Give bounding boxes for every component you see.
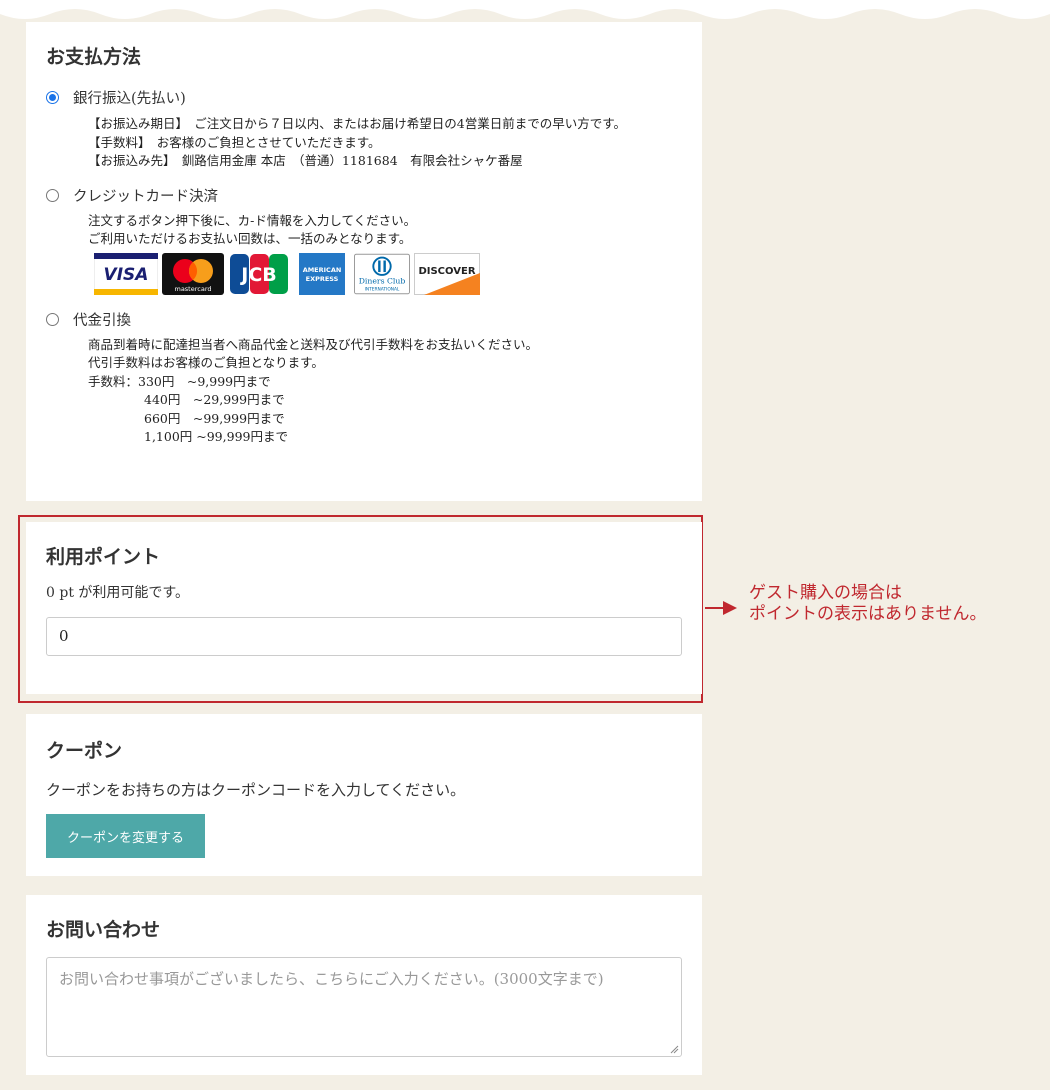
cod-fee-1: 330円 ~9,999円まで: [138, 373, 271, 389]
inquiry-title: お問い合わせ: [46, 919, 161, 941]
points-input[interactable]: 0: [46, 617, 682, 656]
annotation-line-2: ポイントの表示はありません。: [749, 604, 987, 624]
coupon-title: クーポン: [46, 740, 123, 762]
cod-fee-2: 440円 ~29,999円まで: [144, 392, 285, 407]
card-instruction-text: 注文するボタン押下後に、カ-ド情報を入力してください。: [88, 212, 417, 228]
diners-club-logo: Diners Club INTERNATIONAL: [354, 253, 410, 295]
points-section: 利用ポイント 0 pt が利用可能です。 0: [26, 522, 702, 694]
coupon-section: クーポン クーポンをお持ちの方はクーポンコードを入力してください。 クーポンを変…: [26, 714, 702, 876]
cod-fee-label: 手数料：: [88, 373, 139, 389]
cod-fee-3: 660円 ~99,999円まで: [144, 410, 285, 426]
scalloped-top-border: [0, 0, 1050, 19]
svg-text:EXPRESS: EXPRESS: [306, 275, 339, 283]
inquiry-placeholder: お問い合わせ事項がございましたら、こちらにご入力ください。(3000文字まで): [59, 970, 604, 988]
payment-method-title: お支払方法: [46, 46, 142, 68]
bank-fee-text: 【手数料】 お客様のご負担とさせていただきます。: [88, 134, 381, 150]
cash-on-delivery-details: 商品到着時に配達担当者へ商品代金と送料及び代引手数料をお支払いください。 代引手…: [88, 336, 682, 447]
svg-text:Diners Club: Diners Club: [359, 276, 406, 285]
checkout-page: お支払方法 銀行振込(先払い) 【お振込み期日】 ご注文日から７日以内、またはお…: [0, 0, 1050, 1090]
annotation-line-1: ゲスト購入の場合は: [749, 583, 902, 603]
svg-text:DISCOVER: DISCOVER: [418, 266, 475, 277]
points-available-text: 0 pt が利用可能です。: [46, 585, 189, 601]
coupon-description: クーポンをお持ちの方はクーポンコードを入力してください。: [46, 781, 466, 799]
card-installment-text: ご利用いただけるお支払い回数は、一括のみとなります。: [88, 231, 412, 246]
cod-fee-4: 1,100円 ~99,999円まで: [144, 429, 288, 444]
bank-deadline-text: 【お振込み期日】 ご注文日から７日以内、またはお届け希望日の4営業日前までの早い…: [88, 116, 626, 131]
payment-option-credit-card[interactable]: クレジットカード決済 注文するボタン押下後に、カ-ド情報を入力してください。 ご…: [46, 185, 682, 295]
resize-grip-icon[interactable]: [670, 1045, 679, 1054]
discover-logo: DISCOVER: [414, 252, 480, 295]
cod-fee-row: 手数料：330円 ~9,999円まで: [88, 373, 682, 392]
credit-card-radio[interactable]: [46, 188, 59, 202]
credit-card-details: 注文するボタン押下後に、カ-ド情報を入力してください。 ご利用いただけるお支払い…: [88, 212, 682, 295]
change-coupon-button[interactable]: クーポンを変更する: [46, 814, 205, 858]
svg-text:AMERICAN: AMERICAN: [303, 266, 342, 274]
payment-option-bank-transfer[interactable]: 銀行振込(先払い) 【お振込み期日】 ご注文日から７日以内、またはお届け希望日の…: [46, 87, 682, 171]
bank-account-text: 【お振込み先】 釧路信用金庫 本店 （普通）1181684 有限会社シャケ番屋: [88, 153, 523, 168]
mastercard-logo: mastercard: [162, 252, 224, 295]
inquiry-section: お問い合わせ お問い合わせ事項がございましたら、こちらにご入力ください。(300…: [26, 895, 702, 1075]
inquiry-textarea[interactable]: お問い合わせ事項がございましたら、こちらにご入力ください。(3000文字まで): [46, 957, 682, 1057]
payment-option-cash-on-delivery[interactable]: 代金引換 商品到着時に配達担当者へ商品代金と送料及び代引手数料をお支払いください…: [46, 309, 682, 447]
svg-text:mastercard: mastercard: [174, 285, 211, 293]
bank-transfer-details: 【お振込み期日】 ご注文日から７日以内、またはお届け希望日の4営業日前までの早い…: [88, 115, 682, 171]
guest-points-annotation: ゲスト購入の場合は ポイントの表示はありません。: [749, 583, 987, 625]
cod-fee-burden-text: 代引手数料はお客様のご負担となります。: [88, 355, 324, 370]
svg-text:VISA: VISA: [104, 265, 149, 285]
bank-transfer-radio[interactable]: [46, 91, 59, 104]
svg-text:JCB: JCB: [239, 264, 277, 286]
cod-instruction-text: 商品到着時に配達担当者へ商品代金と送料及び代引手数料をお支払いください。: [88, 336, 539, 352]
cash-on-delivery-label: 代金引換: [73, 312, 131, 329]
jcb-logo: JCB: [228, 252, 290, 295]
bank-transfer-label: 銀行振込(先払い): [73, 91, 186, 107]
credit-card-label: クレジットカード決済: [73, 188, 218, 205]
visa-logo: VISA: [94, 252, 158, 295]
cash-on-delivery-radio[interactable]: [46, 312, 59, 326]
annotation-arrow-icon: [705, 601, 737, 615]
points-title: 利用ポイント: [46, 546, 161, 568]
payment-method-section: お支払方法 銀行振込(先払い) 【お振込み期日】 ご注文日から７日以内、またはお…: [26, 22, 702, 501]
amex-logo: AMERICAN EXPRESS: [294, 252, 350, 295]
svg-text:INTERNATIONAL: INTERNATIONAL: [365, 286, 400, 292]
card-brand-logos: VISA mastercard JCB AMERICAN EXPRESS Din…: [94, 252, 682, 295]
